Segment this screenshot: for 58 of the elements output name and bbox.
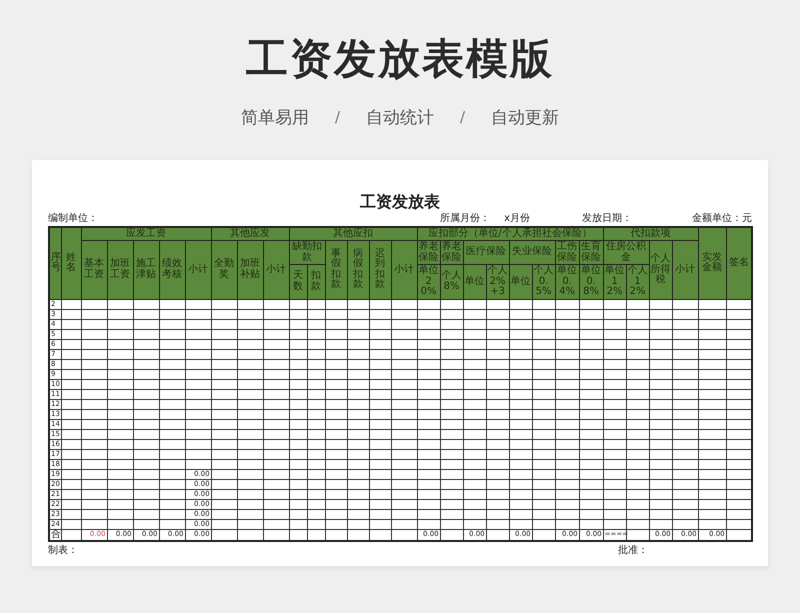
column-header: 扣款 bbox=[307, 264, 326, 299]
column-header: 施工津贴 bbox=[133, 240, 159, 299]
column-header: 绩效考核 bbox=[159, 240, 185, 299]
column-header: 工伤保险 bbox=[555, 240, 580, 264]
separator-slash: / bbox=[460, 107, 466, 128]
column-header: 小计 bbox=[185, 240, 212, 299]
column-header: 单位 bbox=[509, 264, 532, 299]
column-header: 小计 bbox=[391, 240, 418, 299]
column-header: 姓名 bbox=[61, 226, 81, 299]
column-header: 实发金额 bbox=[698, 226, 726, 299]
meta-label: 金额单位：元 bbox=[692, 214, 752, 224]
footer-label: 批准： bbox=[618, 546, 648, 556]
column-header: 单位0.8% bbox=[579, 264, 604, 299]
tagline-text: 自动更新 bbox=[491, 107, 560, 130]
total-label: 合 bbox=[49, 529, 61, 540]
column-header: 全勤奖 bbox=[211, 240, 238, 299]
column-header: 天数 bbox=[289, 264, 308, 299]
sheet-title: 工资发放表 bbox=[359, 194, 441, 210]
meta-label: 所属月份： bbox=[440, 214, 490, 224]
column-header: 小计 bbox=[263, 240, 290, 299]
page-title: 工资发放表模版 bbox=[246, 38, 554, 80]
column-header: 其他应发 bbox=[211, 226, 290, 240]
column-header: 住房公积金 bbox=[603, 240, 650, 264]
column-header: 个人8% bbox=[440, 264, 464, 299]
column-header: 代扣款项 bbox=[603, 226, 698, 240]
column-header: 基本工资 bbox=[81, 240, 107, 299]
column-header: 失业保险 bbox=[509, 240, 556, 264]
tagline-text: 自动统计 bbox=[366, 107, 434, 130]
footer-label: 制表： bbox=[48, 546, 79, 556]
column-header: 病假扣款 bbox=[347, 240, 370, 299]
column-header: 生育保险 bbox=[579, 240, 604, 264]
column-header: 签名 bbox=[726, 226, 752, 299]
column-header: 个人2%+3 bbox=[486, 264, 510, 299]
column-header: 应扣部分（单位/个人承担社会保险） bbox=[417, 226, 604, 240]
meta-label: x月份 bbox=[504, 214, 530, 224]
column-header: 缺勤扣款 bbox=[289, 240, 326, 264]
column-header: 个人0.5% bbox=[532, 264, 556, 299]
column-header: 迟到扣款 bbox=[369, 240, 392, 299]
column-header: 养老保险 bbox=[417, 240, 440, 264]
column-header: 应发工资 bbox=[81, 226, 212, 240]
meta-label: 编制单位： bbox=[48, 214, 99, 224]
column-header: 单位12% bbox=[603, 264, 626, 299]
separator-slash: / bbox=[334, 107, 340, 128]
column-header: 加班工资 bbox=[107, 240, 133, 299]
meta-label: 发放日期： bbox=[582, 214, 632, 224]
column-header: 小计 bbox=[672, 240, 698, 299]
column-header: 单位 bbox=[463, 264, 486, 299]
column-header: 个人所得税 bbox=[649, 240, 672, 299]
tagline-text: 简单易用 bbox=[240, 107, 309, 130]
column-header: 事假扣款 bbox=[325, 240, 348, 299]
column-header: 序号 bbox=[49, 226, 61, 299]
column-header: 单位0.4% bbox=[555, 264, 580, 299]
column-header: 个人12% bbox=[626, 264, 650, 299]
column-header: 加班补贴 bbox=[237, 240, 264, 299]
column-header: 医疗保险 bbox=[463, 240, 510, 264]
column-header: 单位20% bbox=[417, 264, 440, 299]
column-header: 其他应扣 bbox=[289, 226, 418, 240]
column-header: 养老保险 bbox=[440, 240, 464, 264]
